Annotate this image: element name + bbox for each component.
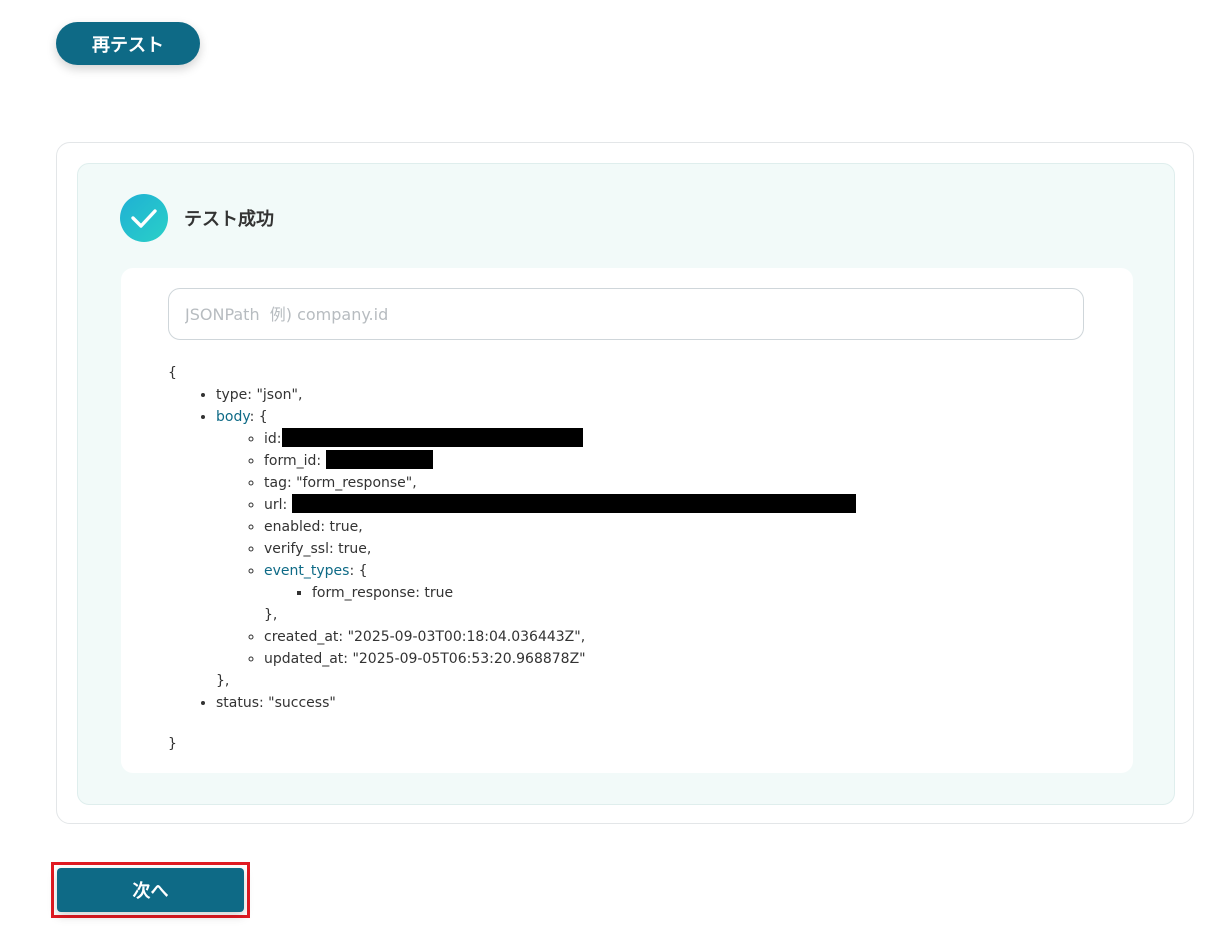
json-tag-text: tag: "form_response", bbox=[264, 475, 417, 491]
json-status-text: status: "success" bbox=[216, 695, 336, 711]
json-item-type: type: "json", bbox=[216, 384, 856, 406]
json-type-text: type: "json", bbox=[216, 387, 303, 403]
json-item-id: id: bbox=[264, 428, 856, 450]
json-form-response-text: form_response: true bbox=[312, 585, 454, 601]
json-item-tag: tag: "form_response", bbox=[264, 472, 856, 494]
json-item-url: url: bbox=[264, 494, 856, 516]
json-root-list: type: "json", body: { id: form_id: tag: … bbox=[168, 384, 856, 714]
json-key-event-types[interactable]: event_types bbox=[264, 563, 349, 579]
json-enabled-text: enabled: true, bbox=[264, 519, 363, 535]
json-item-event-types: event_types: { form_response: true }, bbox=[264, 560, 856, 626]
json-body-open: : { bbox=[249, 409, 268, 425]
check-circle-icon bbox=[120, 194, 168, 242]
next-button[interactable]: 次へ bbox=[57, 868, 244, 912]
json-body-list: id: form_id: tag: "form_response", url: … bbox=[216, 428, 856, 670]
next-button-highlight: 次へ bbox=[51, 862, 250, 918]
json-output-box: { type: "json", body: { id: form_id: tag… bbox=[121, 268, 1133, 773]
json-verify-ssl-text: verify_ssl: true, bbox=[264, 541, 372, 557]
json-item-updated-at: updated_at: "2025-09-05T06:53:20.968878Z… bbox=[264, 648, 856, 670]
json-body-close: }, bbox=[216, 673, 230, 689]
redacted-block bbox=[281, 428, 583, 447]
json-url-key: url: bbox=[264, 497, 288, 513]
json-item-form-response: form_response: true bbox=[312, 582, 856, 604]
jsonpath-input[interactable] bbox=[168, 288, 1084, 340]
success-panel: テスト成功 { type: "json", body: { id: form_i… bbox=[77, 163, 1175, 805]
retest-button[interactable]: 再テスト bbox=[56, 22, 200, 65]
redacted-block bbox=[325, 450, 433, 469]
success-header: テスト成功 bbox=[120, 194, 274, 242]
json-close-brace: } bbox=[168, 736, 177, 752]
json-item-verify-ssl: verify_ssl: true, bbox=[264, 538, 856, 560]
json-form-id-key: form_id: bbox=[264, 453, 322, 469]
json-item-created-at: created_at: "2025-09-03T00:18:04.036443Z… bbox=[264, 626, 856, 648]
json-id-key: id: bbox=[264, 431, 282, 447]
json-event-types-close: }, bbox=[264, 607, 278, 623]
json-item-status: status: "success" bbox=[216, 692, 856, 714]
json-event-types-open: : { bbox=[349, 563, 368, 579]
json-open-brace: { bbox=[168, 365, 177, 381]
test-result-page: 再テスト テスト成功 { type: "json", b bbox=[0, 0, 1225, 952]
redacted-block bbox=[291, 494, 856, 513]
json-item-form-id: form_id: bbox=[264, 450, 856, 472]
json-key-body[interactable]: body bbox=[216, 409, 250, 425]
success-title: テスト成功 bbox=[184, 209, 274, 230]
json-updated-at-text: updated_at: "2025-09-05T06:53:20.968878Z… bbox=[264, 651, 586, 667]
json-created-at-text: created_at: "2025-09-03T00:18:04.036443Z… bbox=[264, 629, 586, 645]
json-event-types-list: form_response: true bbox=[264, 582, 856, 604]
json-item-body: body: { id: form_id: tag: "form_response… bbox=[216, 406, 856, 692]
json-item-enabled: enabled: true, bbox=[264, 516, 856, 538]
result-card: テスト成功 { type: "json", body: { id: form_i… bbox=[56, 142, 1194, 824]
json-tree: { type: "json", body: { id: form_id: tag… bbox=[168, 362, 856, 755]
